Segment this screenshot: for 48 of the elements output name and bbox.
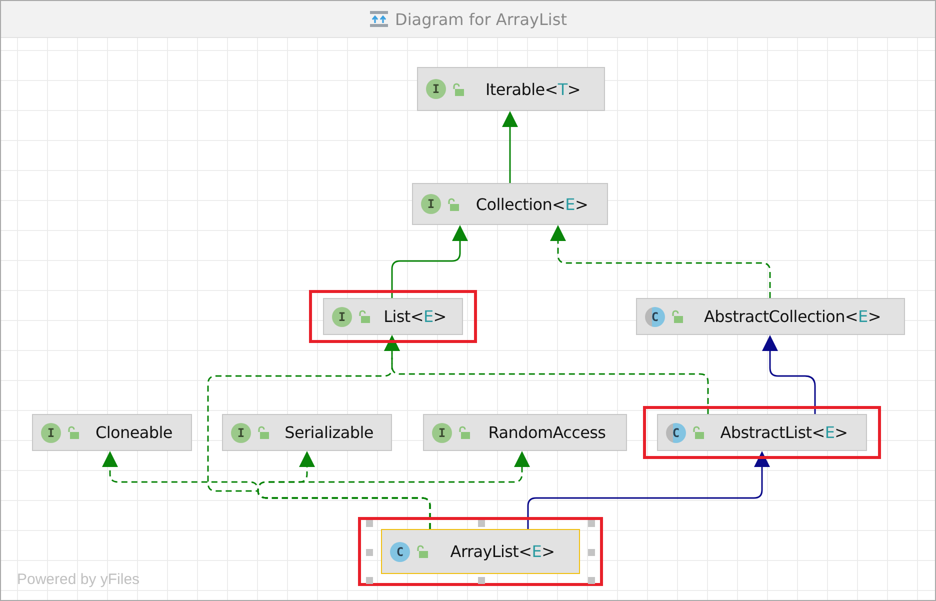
class-node[interactable]: I RandomAccess [423,414,627,451]
interface-badge: I [41,422,61,442]
interface-badge: I [426,79,446,99]
class-badge: C [666,422,686,442]
class-node[interactable]: I Collection<E> [412,183,608,225]
lock-icon [416,545,428,558]
class-node[interactable]: C AbstractList<E> [657,414,867,451]
lock-icon [257,426,269,439]
class-name[interactable]: ArrayList<E> [434,542,571,561]
lock-icon [452,82,464,96]
selection-handle[interactable] [366,520,373,527]
interface-badge: I [231,422,251,442]
class-name[interactable]: AbstractCollection<E> [689,307,896,326]
watermark-text: Powered by yFiles [17,571,140,588]
class-badge: C [390,542,410,562]
class-name[interactable]: AbstractList<E> [710,423,858,442]
lock-icon [447,198,459,210]
lock-icon [671,310,683,323]
inheritance-arrow [502,111,518,183]
selection-handle[interactable] [588,520,595,527]
class-name[interactable]: Collection<E> [465,194,599,214]
class-name[interactable]: Serializable [275,423,383,442]
lock-icon [358,310,370,323]
selection-handle[interactable] [366,577,373,584]
class-name[interactable]: RandomAccess [476,423,618,442]
interface-badge: I [432,422,452,442]
class-node[interactable]: I Cloneable [32,414,192,451]
class-node[interactable]: C AbstractCollection<E> [636,298,905,335]
window-title: Diagram for ArrayList [395,10,567,28]
class-name[interactable]: Cloneable [85,423,183,442]
selection-handle[interactable] [366,548,373,556]
interface-badge: I [332,306,352,326]
selection-handle[interactable] [588,548,595,556]
class-node[interactable]: I Serializable [222,414,392,451]
class-badge: C [645,306,665,326]
diagram-icon [369,10,390,28]
class-node[interactable]: C ArrayList<E> [381,529,580,574]
lock-icon [458,426,470,439]
class-name[interactable]: Iterable<T> [470,80,596,98]
selection-handle[interactable] [478,577,484,584]
class-node[interactable]: I Iterable<T> [417,67,605,111]
interface-badge: I [421,194,441,214]
class-node[interactable]: I List<E> [323,298,463,335]
lock-icon [67,426,79,439]
lock-icon [692,426,704,439]
selection-handle[interactable] [478,520,484,527]
class-name[interactable]: List<E> [376,307,454,326]
selection-handle[interactable] [588,577,595,584]
